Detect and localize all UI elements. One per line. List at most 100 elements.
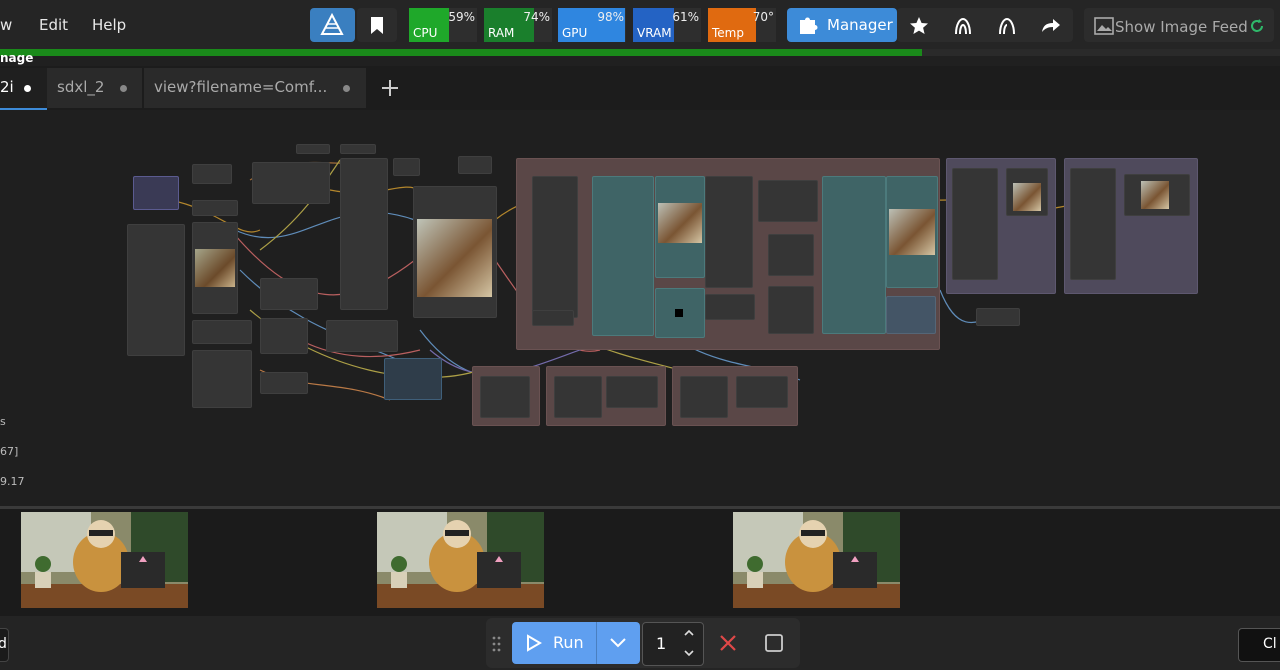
gpu-label: GPU [562,26,588,40]
node-bottom-5[interactable] [736,376,788,408]
node-image-preview-3[interactable] [655,176,705,278]
node-clip-1[interactable] [252,162,330,204]
left-partial-label: d [0,636,7,652]
menu-item-edit[interactable]: Edit [39,16,68,34]
manager-button[interactable]: Manager [787,8,897,42]
node-tiny-3[interactable] [393,158,420,176]
puzzle-icon [800,17,818,34]
node-save-params-2[interactable] [1070,168,1116,280]
batch-count-value: 1 [656,634,667,653]
image-feed-panel [0,506,1280,619]
node-sampler-1[interactable] [192,350,252,408]
node-model-loader[interactable] [133,176,179,210]
right-partial-button[interactable]: Cl [1238,628,1280,662]
node-prompt-stack[interactable] [127,224,185,356]
node-bottom-3[interactable] [606,376,658,408]
workflow-share-icon-2 [999,17,1015,35]
node-vae-blue[interactable] [384,358,442,400]
queue-thumbnail-1[interactable] [21,512,188,608]
node-refine-small[interactable] [532,310,574,326]
node-small-1[interactable] [192,164,232,184]
share-button[interactable] [1038,14,1064,38]
node-save-preview-1[interactable] [1006,168,1048,216]
node-bottom-2[interactable] [554,376,602,418]
star-button[interactable] [906,14,932,38]
node-bottom-1[interactable] [480,376,530,418]
menu-item-workflow[interactable]: w [0,16,12,34]
side-info-line-3: 9.17 [0,475,25,488]
ram-monitor: RAM 74% [484,8,552,42]
chevron-up-icon[interactable] [683,628,695,638]
node-image-preview-4[interactable] [886,176,938,288]
node-clip-4[interactable] [260,372,308,394]
queue-thumbnail-3[interactable] [733,512,900,608]
stop-button[interactable] [760,630,788,656]
plus-icon [382,80,398,96]
node-clip-3[interactable] [260,318,308,354]
vram-percent: 61% [672,10,699,24]
node-output-small[interactable] [976,308,1020,326]
cpu-percent: 59% [448,10,475,24]
cpu-label: CPU [413,26,438,40]
run-label: Run [553,633,584,652]
node-bottom-4[interactable] [680,376,728,418]
tab-unsaved-dot [120,85,127,92]
node-graph-canvas[interactable] [0,110,1280,506]
node-tiny-2[interactable] [340,144,376,154]
mask-dot [675,309,683,317]
menu-item-help[interactable]: Help [92,16,126,34]
node-refine-params[interactable] [705,176,753,288]
queue-thumbnail-2[interactable] [377,512,544,608]
show-image-feed-button[interactable]: Show Image Feed [1084,8,1274,42]
square-icon [765,634,783,652]
generated-image [733,512,900,608]
star-icon [910,17,928,34]
batch-count-stepper[interactable]: 1 [642,622,704,666]
side-info-line-1: s [0,415,6,428]
manager-label: Manager [827,16,893,34]
tab-workflow-active[interactable]: 2i [0,68,47,110]
comfy-logo-button[interactable] [310,8,355,42]
temp-monitor: Temp 70° [708,8,776,42]
node-small-3[interactable] [192,320,252,344]
cancel-run-button[interactable] [714,630,742,656]
node-clip-2[interactable] [260,278,318,310]
drag-handle[interactable] [491,635,503,653]
new-tab-button[interactable] [378,76,402,100]
tab-view-filename[interactable]: view?filename=Comf... [144,68,366,108]
preview-image [195,249,235,287]
close-icon [720,635,736,651]
node-save-preview-2[interactable] [1124,174,1190,216]
node-image-preview-1[interactable] [192,222,238,314]
node-image-preview-2[interactable] [413,186,497,318]
node-conditioning-stack[interactable] [340,158,388,310]
right-partial-label: Cl [1263,636,1277,652]
chevron-down-small-icon[interactable] [683,648,695,658]
node-save-params-1[interactable] [952,168,998,280]
node-refine-inputs[interactable] [532,176,578,318]
node-latent[interactable] [326,320,398,352]
run-options-dropdown[interactable] [596,622,641,664]
node-small-2[interactable] [192,200,238,216]
share-model-button[interactable] [950,14,976,38]
share-workflow-button[interactable] [994,14,1020,38]
drag-handle-icon [492,636,501,652]
node-refine-cond[interactable] [758,180,818,222]
tab-sdxl-2[interactable]: sdxl_2 [47,68,142,108]
node-ksampler-2[interactable] [592,176,654,336]
node-refine-cond-2[interactable] [768,234,814,276]
left-partial-button[interactable]: d [0,628,9,662]
node-tiny-1[interactable] [296,144,330,154]
refresh-icon [1251,19,1263,32]
node-refine-params-2[interactable] [705,294,755,320]
bookmark-icon [371,17,383,34]
node-mask[interactable] [655,288,705,338]
preview-image [1013,183,1041,211]
node-refine-cond-3[interactable] [768,286,814,334]
node-ksampler-3[interactable] [822,176,886,334]
node-tiny-4[interactable] [458,156,492,174]
workflow-share-icon [955,17,971,35]
temp-percent: 70° [752,10,774,24]
bookmark-button[interactable] [357,8,397,42]
node-image-grid[interactable] [886,296,936,334]
